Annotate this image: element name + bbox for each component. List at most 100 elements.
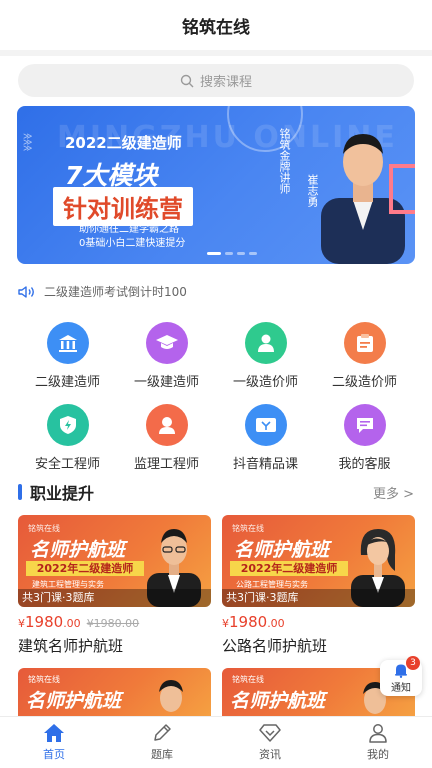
- notification-label: 通知: [391, 683, 411, 694]
- course-caption: 共3门课·3题库: [222, 589, 415, 607]
- course-brand: 铭筑在线: [28, 524, 60, 533]
- category-label: 抖音精品课: [232, 457, 298, 472]
- course-brand: 铭筑在线: [232, 524, 264, 533]
- banner-line-2: 0基础小白二建快速提分: [79, 238, 186, 249]
- banner-frame-decoration: [389, 164, 415, 214]
- price-integer: 1980: [25, 613, 64, 631]
- category-label: 我的客服: [338, 457, 391, 472]
- app-header: 铭筑在线: [0, 0, 432, 50]
- course-card[interactable]: 铭筑在线 名师护航班 2022年二级建造师 建筑工程管理与实务 共3门课·3题库…: [18, 515, 211, 656]
- category-item-douyin-course[interactable]: 抖音精品课: [216, 404, 315, 472]
- search-icon: [180, 74, 194, 87]
- course-thumbnail[interactable]: 铭筑在线 名师护航班 2022年二级建造师 建筑工程管理与实务 共3门课·3题库: [18, 515, 211, 607]
- price-decimal: .00: [63, 617, 81, 630]
- more-link[interactable]: 更多 >: [373, 483, 414, 502]
- tab-label: 首页: [43, 748, 65, 761]
- banner-tag: 2022二级建造师: [65, 134, 182, 152]
- tab-news[interactable]: 资讯: [216, 717, 324, 768]
- course-thumb-subtitle: 2022年二级建造师: [26, 561, 144, 576]
- price-row: ¥1980.00: [222, 613, 415, 631]
- search-input[interactable]: 搜索课程: [200, 71, 252, 90]
- video-icon: [244, 404, 287, 446]
- category-label: 安全工程师: [34, 457, 100, 472]
- carousel-dot[interactable]: [207, 252, 221, 255]
- chevron-decoration-icon: ≫ ≫ ≫: [23, 132, 33, 154]
- search-bar[interactable]: 搜索课程: [18, 64, 414, 97]
- page-title: 铭筑在线: [182, 17, 250, 38]
- bottom-tab-bar: 首页 题库 资讯 我的: [0, 716, 432, 768]
- course-name[interactable]: 公路名师护航班: [222, 635, 415, 656]
- teacher-photo: [159, 680, 183, 712]
- category-item-first-cost-engineer[interactable]: 一级造价师: [216, 322, 315, 390]
- category-grid: 二级建造师 一级建造师 一级造价师 二级造价师 安全工程师 监理工程师 抖音精品…: [18, 322, 414, 472]
- section-title-group: 职业提升: [18, 480, 94, 504]
- clipboard-icon: [343, 322, 386, 364]
- diamond-icon: [259, 724, 281, 742]
- price-integer: 1980: [229, 613, 268, 631]
- course-thumb-title: 名师护航班: [234, 539, 330, 561]
- tab-home[interactable]: 首页: [0, 717, 108, 768]
- course-thumb-title: 名师护航班: [30, 539, 126, 561]
- current-price: ¥1980.00: [222, 613, 285, 631]
- carousel-dot[interactable]: [225, 252, 233, 255]
- section-accent-bar: [18, 484, 22, 500]
- category-item-second-constructor[interactable]: 二级建造师: [18, 322, 117, 390]
- price-symbol: ¥: [18, 617, 25, 630]
- banner-line-1: 助你通往二建学霸之路: [79, 224, 179, 235]
- section-title: 职业提升: [30, 484, 95, 503]
- current-price: ¥1980.00: [18, 613, 81, 631]
- notice-bar[interactable]: 二级建造师考试倒计时100: [18, 283, 187, 300]
- course-brand: 铭筑在线: [28, 675, 60, 684]
- course-thumbnail[interactable]: 铭筑在线 名师护航班 2022年二级建造师 公路工程管理与实务 共3门课·3题库: [222, 515, 415, 607]
- user-icon: [145, 404, 188, 446]
- category-label: 二级建造师: [34, 375, 100, 390]
- header-divider: [0, 50, 432, 56]
- tab-label: 我的: [367, 748, 389, 761]
- course-card[interactable]: 铭筑在线 名师护航班 2022年二级建造师 公路工程管理与实务 共3门课·3题库…: [222, 515, 415, 656]
- banner-highlight: 针对训练营: [53, 187, 193, 226]
- course-caption: 共3门课·3题库: [18, 589, 211, 607]
- category-item-second-cost-engineer[interactable]: 二级造价师: [315, 322, 414, 390]
- notice-text: 二级建造师考试倒计时100: [44, 285, 187, 299]
- price-symbol: ¥: [222, 617, 229, 630]
- tab-question-bank[interactable]: 题库: [108, 717, 216, 768]
- notification-badge: 3: [406, 656, 420, 670]
- chat-icon: [343, 404, 386, 446]
- course-name[interactable]: 建筑名师护航班: [18, 635, 211, 656]
- banner-subtitle: 助你通往二建学霸之路 0基础小白二建快速提分: [79, 223, 185, 251]
- price-row: ¥1980.00 ¥1980.00: [18, 613, 211, 631]
- notification-button[interactable]: 通知 3: [380, 656, 422, 696]
- carousel-indicator[interactable]: [207, 252, 257, 255]
- graduation-cap-icon: [145, 322, 188, 364]
- tab-label: 题库: [151, 748, 173, 761]
- banner-teacher-title: 铭筑金牌讲师: [278, 128, 291, 194]
- category-item-customer-service[interactable]: 我的客服: [315, 404, 414, 472]
- category-label: 监理工程师: [133, 457, 199, 472]
- section-header: 职业提升 更多 >: [18, 480, 414, 504]
- category-label: 一级造价师: [232, 375, 298, 390]
- home-icon: [44, 724, 64, 742]
- course-brand: 铭筑在线: [232, 675, 264, 684]
- category-label: 一级建造师: [133, 375, 199, 390]
- building-icon: [46, 322, 89, 364]
- carousel-dot[interactable]: [249, 252, 257, 255]
- shield-icon: [46, 404, 89, 446]
- category-label: 二级造价师: [331, 375, 397, 390]
- course-thumb-title: 名师护航班: [26, 690, 122, 712]
- carousel-dot[interactable]: [237, 252, 245, 255]
- category-item-first-constructor[interactable]: 一级建造师: [117, 322, 216, 390]
- person-icon: [244, 322, 287, 364]
- promo-banner[interactable]: MINGZHU ONLINE ≫ ≫ ≫ 2022二级建造师 7大模块 针对训练营 …: [17, 106, 415, 264]
- profile-icon: [369, 724, 387, 743]
- pencil-icon: [154, 724, 171, 741]
- speaker-icon: [18, 285, 34, 298]
- course-card[interactable]: 铭筑在线 名师护航班: [18, 668, 211, 718]
- course-thumb-title: 名师护航班: [230, 690, 326, 712]
- original-price: ¥1980.00: [86, 617, 140, 630]
- course-thumb-subtitle: 2022年二级建造师: [230, 561, 348, 576]
- category-item-supervision-engineer[interactable]: 监理工程师: [117, 404, 216, 472]
- category-item-safety-engineer[interactable]: 安全工程师: [18, 404, 117, 472]
- price-decimal: .00: [267, 617, 285, 630]
- tab-profile[interactable]: 我的: [324, 717, 432, 768]
- tab-label: 资讯: [259, 748, 281, 761]
